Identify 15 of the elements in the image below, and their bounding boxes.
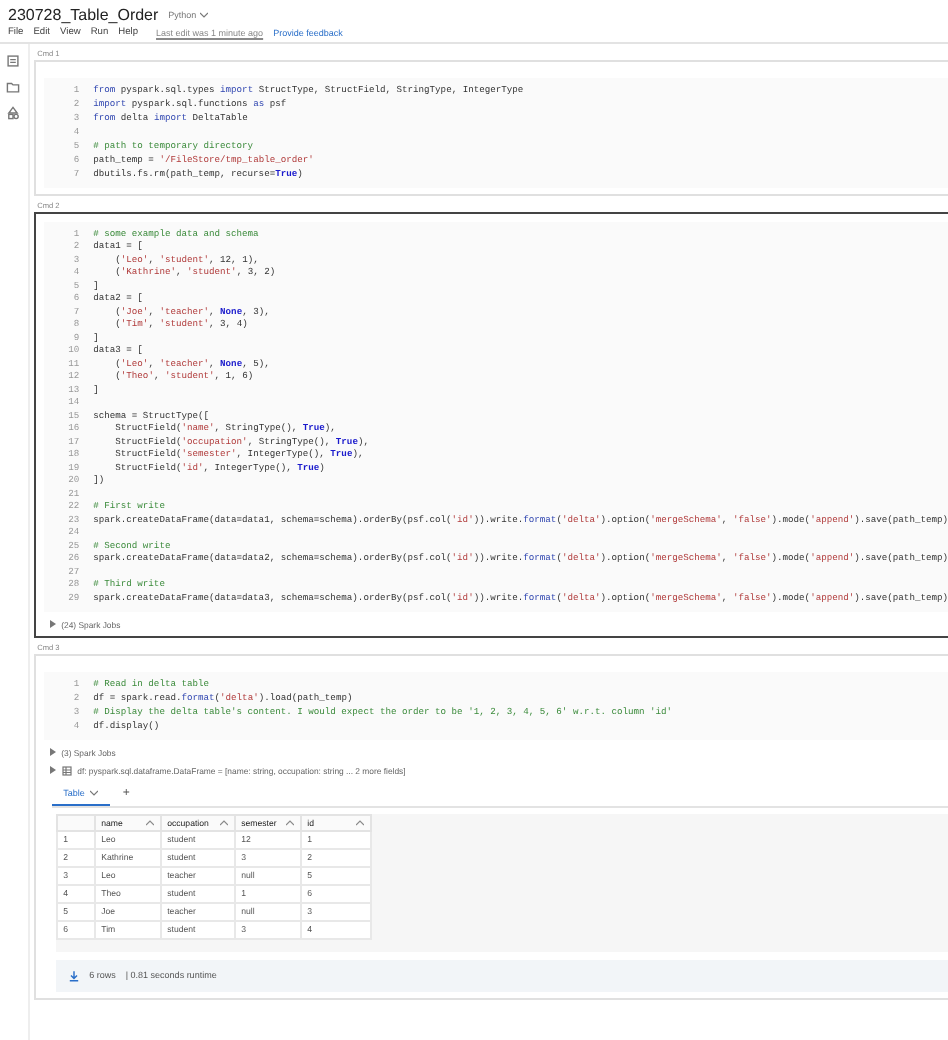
sort-icon[interactable] (219, 819, 228, 825)
notebook-title[interactable]: 230728_Table_Order (8, 6, 159, 24)
sort-icon[interactable] (145, 819, 154, 825)
expand-caret-icon[interactable] (49, 620, 56, 628)
sort-icon[interactable] (355, 819, 364, 825)
sort-icon[interactable] (285, 819, 294, 825)
shapes-icon[interactable] (6, 106, 21, 120)
download-icon[interactable] (67, 969, 80, 981)
caret-icon (90, 789, 99, 795)
expand-caret-icon[interactable] (49, 748, 56, 756)
list-icon[interactable] (6, 54, 21, 68)
table-icon (61, 765, 72, 775)
folder-icon[interactable] (6, 80, 21, 94)
caret-icon (200, 12, 209, 18)
expand-caret-icon[interactable] (49, 766, 56, 774)
